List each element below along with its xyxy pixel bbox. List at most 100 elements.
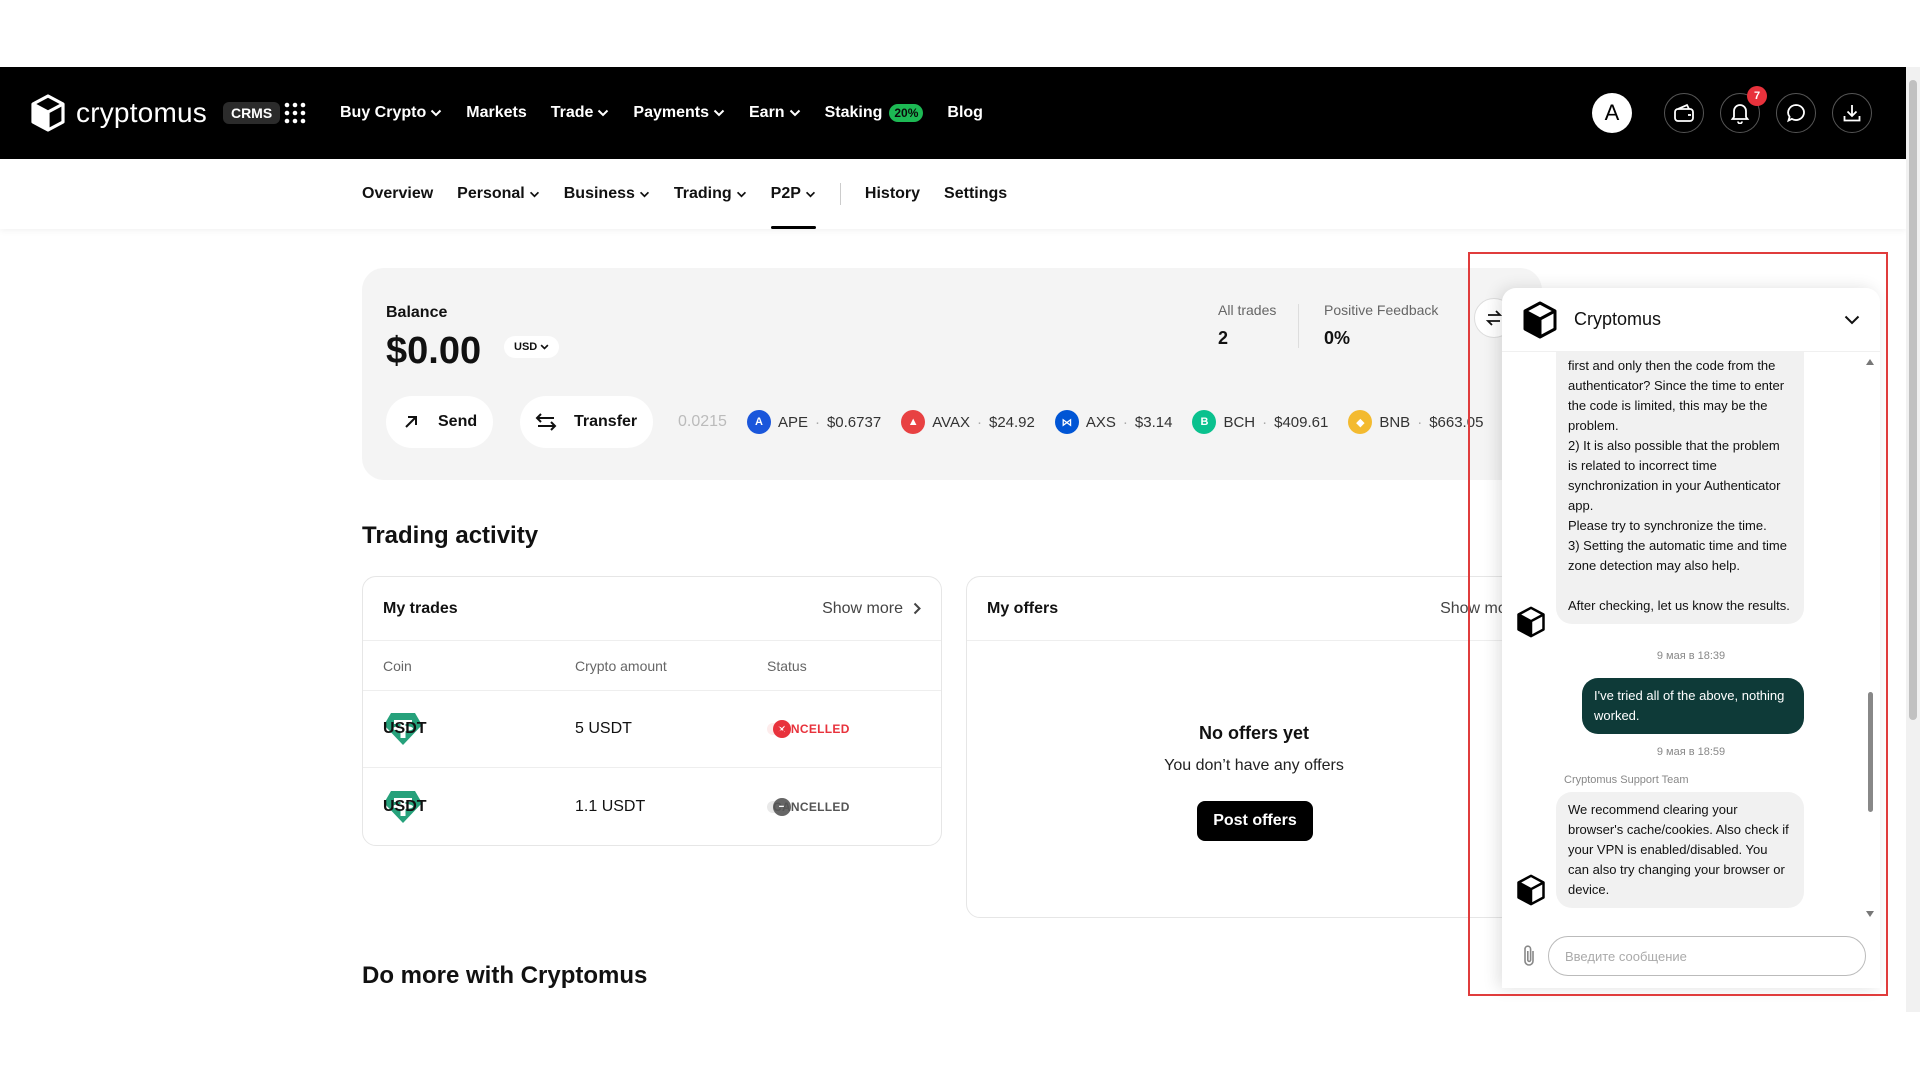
top-navbar: cryptomus CRMS Buy Crypto Markets Trade … bbox=[0, 67, 1906, 159]
table-row[interactable]: USDT 1.1 USDT − CANCELLED bbox=[363, 768, 941, 845]
nav-label: Trade bbox=[550, 104, 594, 121]
table-row[interactable]: USDT 5 USDT ✕ CANCELLED bbox=[363, 691, 941, 768]
nav-markets[interactable]: Markets bbox=[466, 104, 526, 122]
window-scrollbar-thumb[interactable] bbox=[1909, 80, 1917, 720]
chevron-down-icon bbox=[431, 109, 442, 117]
wallet-button[interactable] bbox=[1664, 93, 1704, 133]
subnav-business[interactable]: Business bbox=[564, 159, 650, 229]
highlight-outline bbox=[1468, 252, 1888, 996]
subnav-settings[interactable]: Settings bbox=[944, 159, 1007, 229]
nav-label: Buy Crypto bbox=[340, 104, 427, 121]
avax-icon: ▲ bbox=[901, 410, 926, 434]
nav-label: Earn bbox=[749, 104, 785, 121]
chevron-down-icon bbox=[736, 191, 746, 197]
column-header: Crypto amount bbox=[575, 657, 667, 674]
download-icon bbox=[1843, 105, 1861, 122]
ticker-symbol: AVAX bbox=[932, 413, 970, 431]
nav-trade[interactable]: Trade bbox=[551, 104, 610, 122]
staking-percent-badge: 20% bbox=[889, 104, 924, 122]
ticker-item[interactable]: B BCH · $409.61 bbox=[1192, 410, 1328, 434]
column-header: Coin bbox=[383, 657, 412, 674]
show-more-trades-link[interactable]: Show more bbox=[822, 600, 921, 618]
crypto-amount: 5 USDT bbox=[575, 720, 632, 737]
send-button[interactable]: Send bbox=[386, 396, 494, 448]
subnav-label: History bbox=[864, 185, 921, 202]
subnav-trading[interactable]: Trading bbox=[674, 159, 747, 229]
notifications-button[interactable]: 7 bbox=[1720, 86, 1767, 133]
show-more-label: Show more bbox=[822, 599, 903, 617]
ticker-price: $409.61 bbox=[1274, 413, 1329, 431]
ticker-item[interactable]: ▲ AVAX · $24.92 bbox=[901, 410, 1035, 434]
column-header: Status bbox=[767, 657, 807, 674]
cube-logo-icon bbox=[31, 94, 65, 132]
my-trades-title: My trades bbox=[383, 599, 458, 617]
ticker-item[interactable]: ◆ BNB · $663.05 bbox=[1348, 410, 1483, 434]
price-ticker: 0.0215 A APE · $0.6737 ▲ AVAX · $24.92 ⋈… bbox=[678, 396, 1528, 448]
status-badge: ✕ CANCELLED bbox=[767, 720, 849, 738]
subnav-label: Personal bbox=[457, 185, 525, 202]
ticker-price: $0.6737 bbox=[826, 413, 882, 431]
ticker-symbol: APE bbox=[777, 413, 808, 431]
coin-name: USDT bbox=[383, 797, 427, 815]
subnav-label: P2P bbox=[770, 185, 801, 202]
subnav-history[interactable]: History bbox=[865, 159, 920, 229]
nav-label: Markets bbox=[466, 104, 527, 121]
ticker-dot: · bbox=[814, 413, 820, 431]
brand-name: cryptomus bbox=[76, 97, 207, 128]
subnav-overview[interactable]: Overview bbox=[362, 159, 433, 229]
trading-activity-title: Trading activity bbox=[362, 522, 539, 549]
transfer-button[interactable]: Transfer bbox=[520, 396, 654, 448]
chevron-down-icon bbox=[529, 191, 539, 197]
nav-blog[interactable]: Blog bbox=[947, 104, 983, 122]
chevron-down-icon bbox=[540, 344, 549, 350]
nav-label: Payments bbox=[633, 104, 709, 121]
brand-logo[interactable]: cryptomus CRMS bbox=[30, 94, 281, 132]
messages-button[interactable] bbox=[1776, 93, 1816, 133]
main-nav: Buy Crypto Markets Trade Payments Earn S… bbox=[340, 67, 983, 159]
ticker-dot: · bbox=[1417, 413, 1423, 431]
download-app-button[interactable] bbox=[1832, 93, 1872, 133]
feedback-value: 0% bbox=[1324, 328, 1351, 348]
coin-cell: USDT bbox=[383, 789, 427, 825]
ticker-price: $24.92 bbox=[988, 413, 1035, 431]
nav-earn[interactable]: Earn bbox=[749, 104, 801, 122]
ticker-item[interactable]: ⋈ AXS · $3.14 bbox=[1054, 410, 1172, 434]
do-more-title: Do more with Cryptomus bbox=[362, 962, 648, 989]
status-text: CANCELLED bbox=[773, 722, 850, 736]
nav-buy-crypto[interactable]: Buy Crypto bbox=[340, 104, 442, 122]
send-label: Send bbox=[438, 413, 478, 430]
all-trades-label: All trades bbox=[1218, 302, 1277, 318]
axs-icon: ⋈ bbox=[1054, 410, 1079, 434]
stat-divider bbox=[1298, 304, 1299, 348]
no-offers-subtitle: You don’t have any offers bbox=[1164, 757, 1344, 774]
ape-icon: A bbox=[746, 410, 771, 434]
ticker-symbol: AXS bbox=[1085, 413, 1116, 431]
subnav-p2p[interactable]: P2P bbox=[770, 159, 817, 229]
subnav-label: Business bbox=[563, 185, 635, 202]
feedback-label: Positive Feedback bbox=[1324, 302, 1439, 318]
crms-badge: CRMS bbox=[222, 102, 281, 124]
currency-select[interactable]: USD bbox=[504, 336, 560, 358]
nav-staking[interactable]: Staking 20% bbox=[825, 104, 924, 122]
ticker-dot: · bbox=[1262, 413, 1268, 431]
chat-bubble-icon bbox=[1787, 104, 1805, 123]
wallet-icon bbox=[1674, 103, 1694, 122]
nav-payments[interactable]: Payments bbox=[633, 104, 725, 122]
ticker-item[interactable]: A APE · $0.6737 bbox=[746, 410, 882, 434]
ticker-dot: · bbox=[976, 413, 982, 431]
bell-icon bbox=[1730, 104, 1750, 124]
subnav-personal[interactable]: Personal bbox=[457, 159, 540, 229]
currency-value: USD bbox=[514, 341, 538, 353]
positive-feedback-stat: Positive Feedback 0% bbox=[1324, 302, 1438, 349]
user-avatar[interactable]: A bbox=[1592, 93, 1632, 133]
transfer-arrows-icon bbox=[535, 413, 557, 431]
chevron-down-icon bbox=[713, 109, 725, 117]
subnav-divider bbox=[839, 183, 841, 205]
trades-table-header: Coin Crypto amount Status bbox=[363, 641, 941, 691]
chevron-down-icon bbox=[789, 109, 800, 117]
apps-grid-icon[interactable] bbox=[284, 102, 306, 124]
chevron-down-icon bbox=[805, 191, 815, 197]
post-offers-button[interactable]: Post offers bbox=[1197, 801, 1313, 841]
status-text: CANCELLED bbox=[773, 799, 850, 814]
chevron-down-icon bbox=[639, 191, 649, 197]
